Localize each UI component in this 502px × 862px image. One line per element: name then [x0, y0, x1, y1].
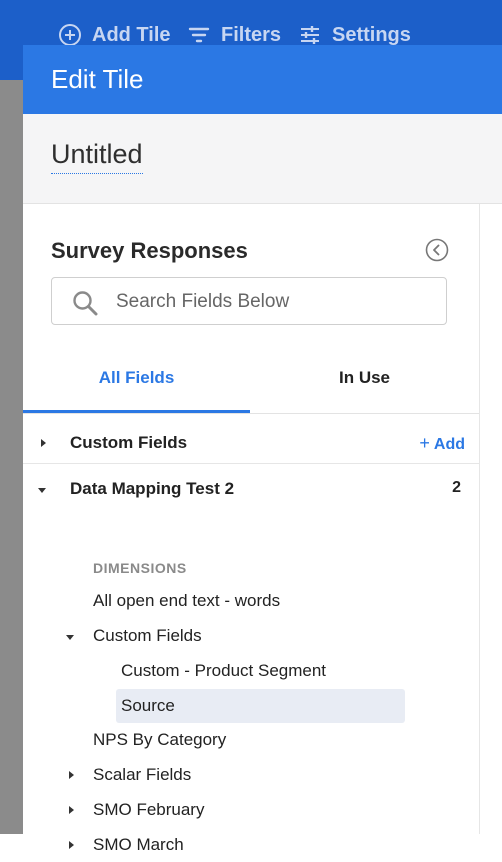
tree-item-source[interactable]: Source	[23, 689, 479, 723]
panel-divider	[479, 204, 480, 834]
tree-item-label: Source	[121, 696, 175, 715]
tree-item-smo-march[interactable]: SMO March	[23, 828, 479, 862]
background-overlay	[0, 80, 23, 834]
field-count-badge: 2	[452, 479, 461, 496]
settings-label: Settings	[332, 23, 411, 46]
tile-name-area: Untitled	[23, 114, 502, 204]
add-tile-label: Add Tile	[92, 23, 171, 46]
caret-right-icon	[69, 841, 74, 849]
search-icon	[73, 291, 98, 316]
tab-all-fields[interactable]: All Fields	[23, 354, 250, 411]
filters-label: Filters	[221, 23, 282, 46]
modal-title: Edit Tile	[51, 64, 144, 94]
edit-tile-modal: Edit Tile Untitled Survey Responses All …	[23, 45, 502, 854]
row-divider	[23, 463, 479, 464]
tree-item-label: Custom Fields	[93, 626, 202, 645]
tree-item-product-segment[interactable]: Custom - Product Segment	[23, 654, 479, 688]
plus-icon: +	[419, 433, 430, 453]
tree-item-label: All open end text - words	[93, 591, 281, 610]
caret-down-icon	[38, 488, 46, 493]
dimensions-header: DIMENSIONS	[93, 560, 187, 576]
sliders-icon	[301, 26, 319, 44]
tree-item-open-end[interactable]: All open end text - words	[23, 584, 479, 618]
add-custom-field-button[interactable]: + Add	[419, 433, 465, 454]
collapse-panel-icon[interactable]	[425, 238, 449, 262]
tree-item-data-mapping[interactable]: Data Mapping Test 2 2	[23, 472, 479, 506]
tree-item-label: SMO February	[93, 800, 205, 819]
tree-item-label: Scalar Fields	[93, 765, 192, 784]
tree-item-custom-fields-nested[interactable]: Custom Fields	[23, 619, 479, 653]
tree-item-label: Custom - Product Segment	[121, 661, 327, 680]
add-label: Add	[433, 436, 465, 453]
tree-item-smo-february[interactable]: SMO February	[23, 793, 479, 827]
modal-header: Edit Tile	[23, 45, 502, 114]
tree-item-label: Custom Fields	[70, 433, 188, 452]
tree-item-label: SMO March	[93, 835, 184, 854]
caret-right-icon	[69, 771, 74, 779]
tree-item-label: NPS By Category	[93, 730, 227, 749]
search-input[interactable]	[114, 286, 438, 318]
section-title: Survey Responses	[51, 238, 248, 263]
tree-item-custom-fields[interactable]: Custom Fields + Add	[23, 426, 479, 460]
caret-down-icon	[66, 635, 74, 640]
filter-icon	[188, 27, 210, 43]
field-tabs: All Fields In Use	[23, 354, 479, 414]
fields-panel: Survey Responses All Fields In Use Custo…	[23, 204, 479, 854]
caret-right-icon	[69, 806, 74, 814]
tile-name-field[interactable]: Untitled	[51, 139, 143, 174]
caret-right-icon	[41, 439, 46, 447]
tree-item-nps[interactable]: NPS By Category	[23, 723, 479, 757]
tree-item-scalar-fields[interactable]: Scalar Fields	[23, 758, 479, 792]
search-box	[51, 277, 447, 325]
tree-item-label: Data Mapping Test 2	[70, 479, 235, 498]
tab-in-use[interactable]: In Use	[251, 354, 478, 411]
add-circle-icon	[59, 24, 81, 46]
tabs-divider	[23, 413, 479, 414]
